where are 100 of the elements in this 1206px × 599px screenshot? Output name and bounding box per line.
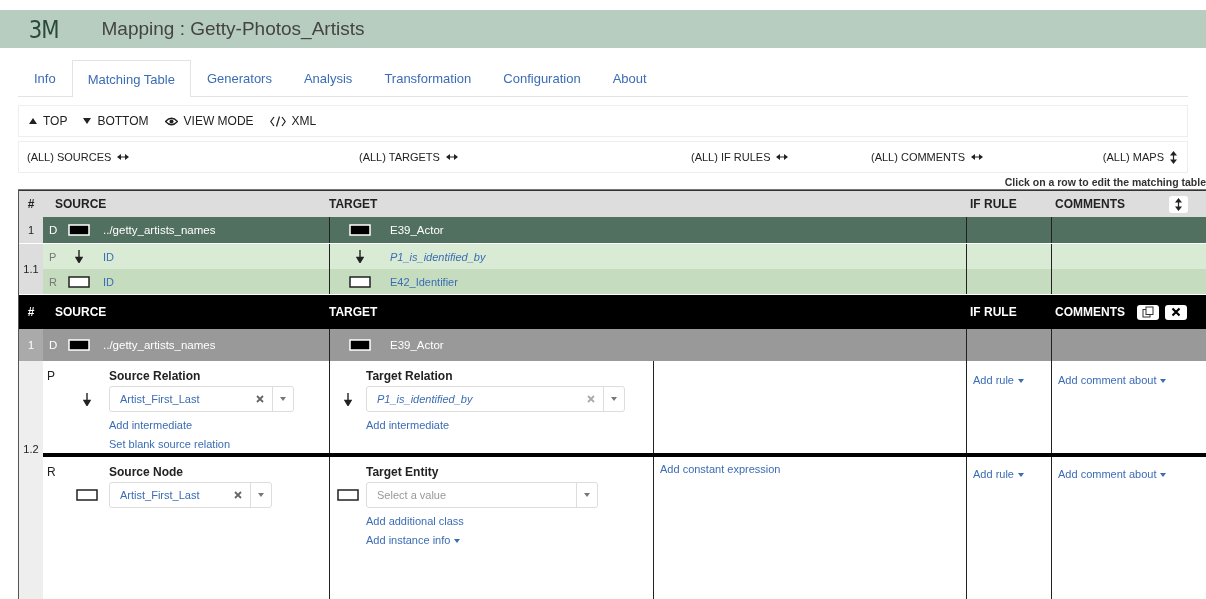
row-number: 1.2 xyxy=(23,443,39,455)
code-icon xyxy=(269,115,286,127)
class-box-icon xyxy=(349,339,371,351)
column-toggle[interactable]: (ALL) MAPS xyxy=(1102,150,1187,164)
column-header: TARGET xyxy=(329,197,379,211)
select-field[interactable]: Artist_First_Last xyxy=(109,482,272,508)
type-letter: D xyxy=(48,339,59,351)
caret-icon xyxy=(258,493,264,497)
expand-vertical-button[interactable] xyxy=(1169,195,1188,213)
arrow-down-icon xyxy=(75,250,83,263)
table-cell: E39_Actor xyxy=(390,339,444,351)
column-toggle[interactable]: (ALL) SOURCES xyxy=(27,151,359,163)
caret-icon xyxy=(1160,473,1167,478)
select-input[interactable]: Select a value xyxy=(367,488,576,502)
clear-icon[interactable] xyxy=(256,395,264,403)
table-cell-text: ../getty_artists_names xyxy=(102,339,216,351)
eye-icon xyxy=(164,116,178,126)
field-label: Source Node xyxy=(109,465,183,479)
class-box-icon xyxy=(68,275,90,288)
caret-icon xyxy=(584,493,590,497)
arrow-down-icon xyxy=(83,393,91,406)
caret-icon xyxy=(1018,379,1024,384)
link[interactable]: Add instance info xyxy=(366,532,461,548)
class-box-icon xyxy=(68,224,90,236)
hint-text: Click on a row to edit the matching table xyxy=(1004,175,1206,189)
expand-horizontal-icon xyxy=(445,154,458,160)
column-header: IF RULE xyxy=(969,305,1018,319)
caret-icon xyxy=(1160,379,1167,384)
link[interactable]: Add additional class xyxy=(366,513,464,529)
type-letter: R xyxy=(46,465,57,481)
tab[interactable]: Configuration xyxy=(487,60,597,96)
copy-button[interactable] xyxy=(1137,304,1159,320)
tab[interactable]: Matching Table xyxy=(71,60,191,97)
row-number: 1.1 xyxy=(19,244,43,294)
expand-horizontal-icon xyxy=(776,154,789,160)
tab[interactable]: About xyxy=(596,60,663,96)
add-comment-link[interactable]: Add comment about xyxy=(1058,467,1167,481)
clear-icon[interactable] xyxy=(234,491,242,499)
class-box-icon xyxy=(68,339,90,351)
tab[interactable]: Info xyxy=(18,60,72,96)
tab[interactable]: Analysis xyxy=(287,60,369,96)
field-label: Source Relation xyxy=(109,369,201,383)
column-toggle[interactable]: (ALL) IF RULES xyxy=(691,151,871,163)
column-toggle[interactable]: (ALL) TARGETS xyxy=(359,151,691,163)
add-rule-link[interactable]: Add rule xyxy=(973,373,1024,387)
table-cell: E42_Identifier xyxy=(390,274,458,289)
link[interactable]: Add intermediate xyxy=(109,417,193,433)
toolbar-button[interactable]: BOTTOM xyxy=(83,114,149,128)
logo: 3M xyxy=(28,14,59,44)
field-label: Target Entity xyxy=(366,465,439,479)
column-header: # xyxy=(26,197,36,211)
column-header: COMMENTS xyxy=(1055,197,1125,211)
triangle-up-icon xyxy=(29,118,37,124)
tab[interactable]: Transformation xyxy=(368,60,488,96)
class-box-icon xyxy=(349,224,371,236)
type-letter: P xyxy=(48,249,58,264)
caret-icon xyxy=(454,539,461,544)
class-box-icon xyxy=(76,489,98,501)
add-constant-link[interactable]: Add constant expression xyxy=(660,462,781,476)
tab[interactable]: Generators xyxy=(190,60,288,96)
select-field[interactable]: Artist_First_Last xyxy=(109,386,294,412)
table-cell: P1_is_identified_by xyxy=(390,249,486,264)
column-header: IF RULE xyxy=(969,197,1018,211)
toolbar-button[interactable]: XML xyxy=(269,114,317,128)
add-rule-link[interactable]: Add rule xyxy=(973,467,1024,481)
select-field[interactable]: Select a value xyxy=(366,482,598,508)
table-cell: E39_Actor xyxy=(390,224,444,236)
column-header: TARGET xyxy=(329,305,379,319)
column-header: # xyxy=(26,305,36,319)
toolbar-button[interactable]: TOP xyxy=(29,114,68,128)
add-comment-link[interactable]: Add comment about xyxy=(1058,373,1167,387)
expand-horizontal-icon xyxy=(971,154,984,160)
type-letter: P xyxy=(46,369,56,385)
class-box-icon xyxy=(337,489,359,501)
row-number: 1 xyxy=(19,329,43,361)
table-cell-text: ID xyxy=(102,249,114,264)
close-button[interactable] xyxy=(1165,304,1187,320)
column-header: SOURCE xyxy=(54,305,108,319)
arrow-down-icon xyxy=(356,250,364,263)
caret-icon xyxy=(611,397,617,401)
copy-icon xyxy=(1142,306,1154,318)
column-toggle[interactable]: (ALL) COMMENTS xyxy=(871,151,1103,163)
type-letter: R xyxy=(48,274,58,289)
column-header: COMMENTS xyxy=(1055,305,1125,319)
table-cell-text: ../getty_artists_names xyxy=(102,224,216,236)
select-field[interactable]: P1_is_identified_by xyxy=(366,386,625,412)
toolbar-button[interactable]: VIEW MODE xyxy=(164,114,254,128)
expand-horizontal-icon xyxy=(117,154,130,160)
expand-vertical-icon xyxy=(1175,197,1182,211)
type-letter: D xyxy=(48,224,59,236)
expand-vertical-icon xyxy=(1170,150,1177,164)
link[interactable]: Set blank source relation xyxy=(109,436,231,452)
close-icon xyxy=(1171,307,1181,317)
arrow-down-icon xyxy=(344,393,352,406)
triangle-down-icon xyxy=(83,118,92,124)
page-title: Mapping : Getty-Photos_Artists xyxy=(101,18,365,40)
row-number: 1 xyxy=(19,217,43,243)
link[interactable]: Add intermediate xyxy=(366,417,450,433)
table-cell-text: ID xyxy=(102,274,114,289)
class-box-icon xyxy=(349,275,371,288)
